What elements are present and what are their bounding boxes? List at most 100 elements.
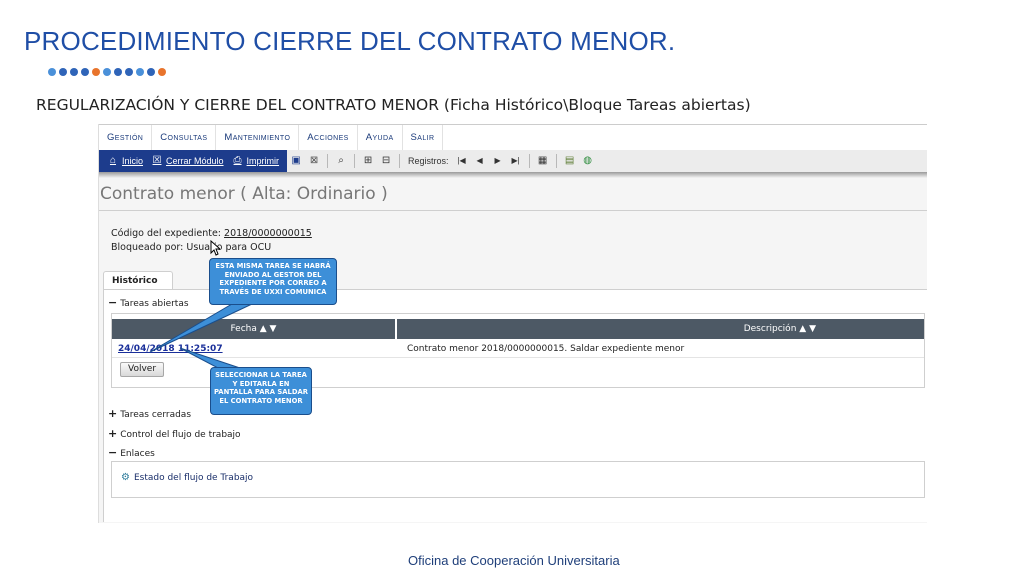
last-record-button[interactable]: ▶| <box>507 155 525 167</box>
bloqueado-label: Bloqueado por: <box>111 242 184 253</box>
globe-icon: ◍ <box>583 155 592 166</box>
expand-icon: + <box>108 407 118 420</box>
menu-gestion[interactable]: Gestión <box>99 125 153 150</box>
menu-consultas[interactable]: Consultas <box>152 125 217 150</box>
form-separator <box>99 210 927 211</box>
menu-salir[interactable]: Salir <box>403 125 444 150</box>
search-icon: ⌕ <box>338 155 344 166</box>
collapse-icon: − <box>108 296 118 309</box>
codigo-row: Código del expediente: 2018/0000000015 <box>111 227 312 241</box>
delete-button[interactable]: ⊟ <box>377 155 395 167</box>
codigo-label: Código del expediente: <box>111 228 221 239</box>
toolbar-nav: ⌂ Inicio ☒ Cerrar Módulo ⎙ Imprimir <box>99 150 288 172</box>
callout-email-note: ESTA MISMA TAREA SE HABRÁ ENVIADO AL GES… <box>209 258 337 305</box>
workflow-button[interactable]: ◍ <box>579 155 597 167</box>
next-icon: ▶ <box>494 156 501 165</box>
cerrar-label: Cerrar Módulo <box>166 156 224 166</box>
grid-icon: ▦ <box>537 155 548 166</box>
inicio-button[interactable]: ⌂ Inicio <box>103 155 147 167</box>
menu-acciones[interactable]: Acciones <box>299 125 358 150</box>
save-close-icon: ⊠ <box>309 155 319 166</box>
workflow-link-icon: ⚙ <box>121 472 130 483</box>
codigo-value: 2018/0000000015 <box>224 228 312 239</box>
section-enlaces[interactable]: − Enlaces <box>108 446 155 459</box>
menu-mantenimiento[interactable]: Mantenimiento <box>216 125 300 150</box>
decorative-dot <box>147 68 155 76</box>
grid-button[interactable]: ▦ <box>534 155 552 167</box>
row-descripcion: Contrato menor 2018/0000000015. Saldar e… <box>407 344 685 354</box>
toolbar: ⌂ Inicio ☒ Cerrar Módulo ⎙ Imprimir ▣ ⊠ … <box>99 150 927 173</box>
search-button[interactable]: ⌕ <box>332 155 350 167</box>
documents-icon: ▤ <box>564 155 575 166</box>
home-icon: ⌂ <box>109 155 117 166</box>
slide-title: PROCEDIMIENTO CIERRE DEL CONTRATO MENOR. <box>24 26 676 56</box>
slide-subtitle: REGULARIZACIÓN Y CIERRE DEL CONTRATO MEN… <box>36 96 751 114</box>
decorative-dot <box>125 68 133 76</box>
insert-button[interactable]: ⊞ <box>359 155 377 167</box>
section-tareas-abiertas[interactable]: − Tareas abiertas <box>108 296 189 309</box>
cerrar-modulo-button[interactable]: ☒ Cerrar Módulo <box>147 155 228 167</box>
decorative-dot <box>136 68 144 76</box>
collapse-icon: − <box>108 446 118 459</box>
decorative-dot <box>70 68 78 76</box>
decorative-dot <box>103 68 111 76</box>
tab-historico[interactable]: Histórico <box>103 271 173 290</box>
slide-footer: Oficina de Cooperación Universitaria <box>408 553 620 568</box>
toolbar-shadow <box>99 172 927 178</box>
col-desc-label: Descripción <box>743 324 797 334</box>
app-window: Gestión Consultas Mantenimiento Acciones… <box>98 124 927 523</box>
save-close-button[interactable]: ⊠ <box>305 155 323 167</box>
save-icon: ▣ <box>291 155 301 166</box>
section-label: Tareas abiertas <box>120 299 189 309</box>
col-descripcion-header[interactable]: Descripción ▲ ▼ <box>397 319 924 339</box>
first-record-button[interactable]: |◀ <box>453 155 471 167</box>
imprimir-label: Imprimir <box>246 156 280 166</box>
expand-icon: + <box>108 427 118 440</box>
docs-button[interactable]: ▤ <box>561 155 579 167</box>
toolbar-separator <box>327 154 329 168</box>
row-fecha-link[interactable]: 24/04/2018 11:25:07 <box>112 341 401 357</box>
imprimir-button[interactable]: ⎙ Imprimir <box>228 155 284 167</box>
callout-select-task: SELECCIONAR LA TAREA Y EDITARLA EN PANTA… <box>210 367 312 415</box>
decorative-dot <box>59 68 67 76</box>
estado-flujo-label: Estado del flujo de Trabajo <box>133 472 254 483</box>
toolbar-separator <box>528 154 530 168</box>
section-label: Enlaces <box>120 449 155 459</box>
sort-icon: ▲ ▼ <box>259 324 277 334</box>
delete-record-icon: ⊟ <box>381 155 391 166</box>
save-button[interactable]: ▣ <box>287 155 305 167</box>
prev-record-button[interactable]: ◀ <box>471 155 489 167</box>
toolbar-separator <box>399 154 401 168</box>
prev-icon: ◀ <box>476 156 483 165</box>
section-label: Tareas cerradas <box>120 410 192 420</box>
table-row[interactable]: 24/04/2018 11:25:07 Contrato menor 2018/… <box>112 341 924 358</box>
decorative-dot <box>158 68 166 76</box>
col-fecha-header[interactable]: Fecha ▲ ▼ <box>112 319 397 339</box>
section-control-flujo[interactable]: + Control del flujo de trabajo <box>108 427 241 440</box>
decorative-dot <box>81 68 89 76</box>
printer-icon: ⎙ <box>233 155 242 166</box>
decorative-dot <box>48 68 56 76</box>
toolbar-separator <box>555 154 557 168</box>
form-title: Contrato menor ( Alta: Ordinario ) <box>100 184 388 204</box>
insert-record-icon: ⊞ <box>363 155 373 166</box>
estado-flujo-link[interactable]: ⚙ Estado del flujo de Trabajo <box>121 472 253 483</box>
bloqueado-value: Usuario para OCU <box>186 242 272 253</box>
next-record-button[interactable]: ▶ <box>489 155 507 167</box>
decorative-dot <box>92 68 100 76</box>
inicio-label: Inicio <box>122 156 144 166</box>
menu-bar: Gestión Consultas Mantenimiento Acciones… <box>99 124 927 151</box>
first-icon: |◀ <box>457 156 466 165</box>
sort-icon: ▲ ▼ <box>799 324 816 334</box>
section-label: Control del flujo de trabajo <box>120 430 241 440</box>
decorative-dot <box>114 68 122 76</box>
last-icon: ▶| <box>511 156 520 165</box>
volver-button[interactable]: Volver <box>120 362 164 377</box>
col-fecha-label: Fecha <box>230 324 257 334</box>
section-tareas-cerradas[interactable]: + Tareas cerradas <box>108 407 191 420</box>
toolbar-separator <box>354 154 356 168</box>
registros-label: Registros: <box>408 156 449 166</box>
mouse-cursor-icon <box>210 240 220 256</box>
menu-ayuda[interactable]: Ayuda <box>358 125 403 150</box>
decorative-dots <box>48 68 166 76</box>
